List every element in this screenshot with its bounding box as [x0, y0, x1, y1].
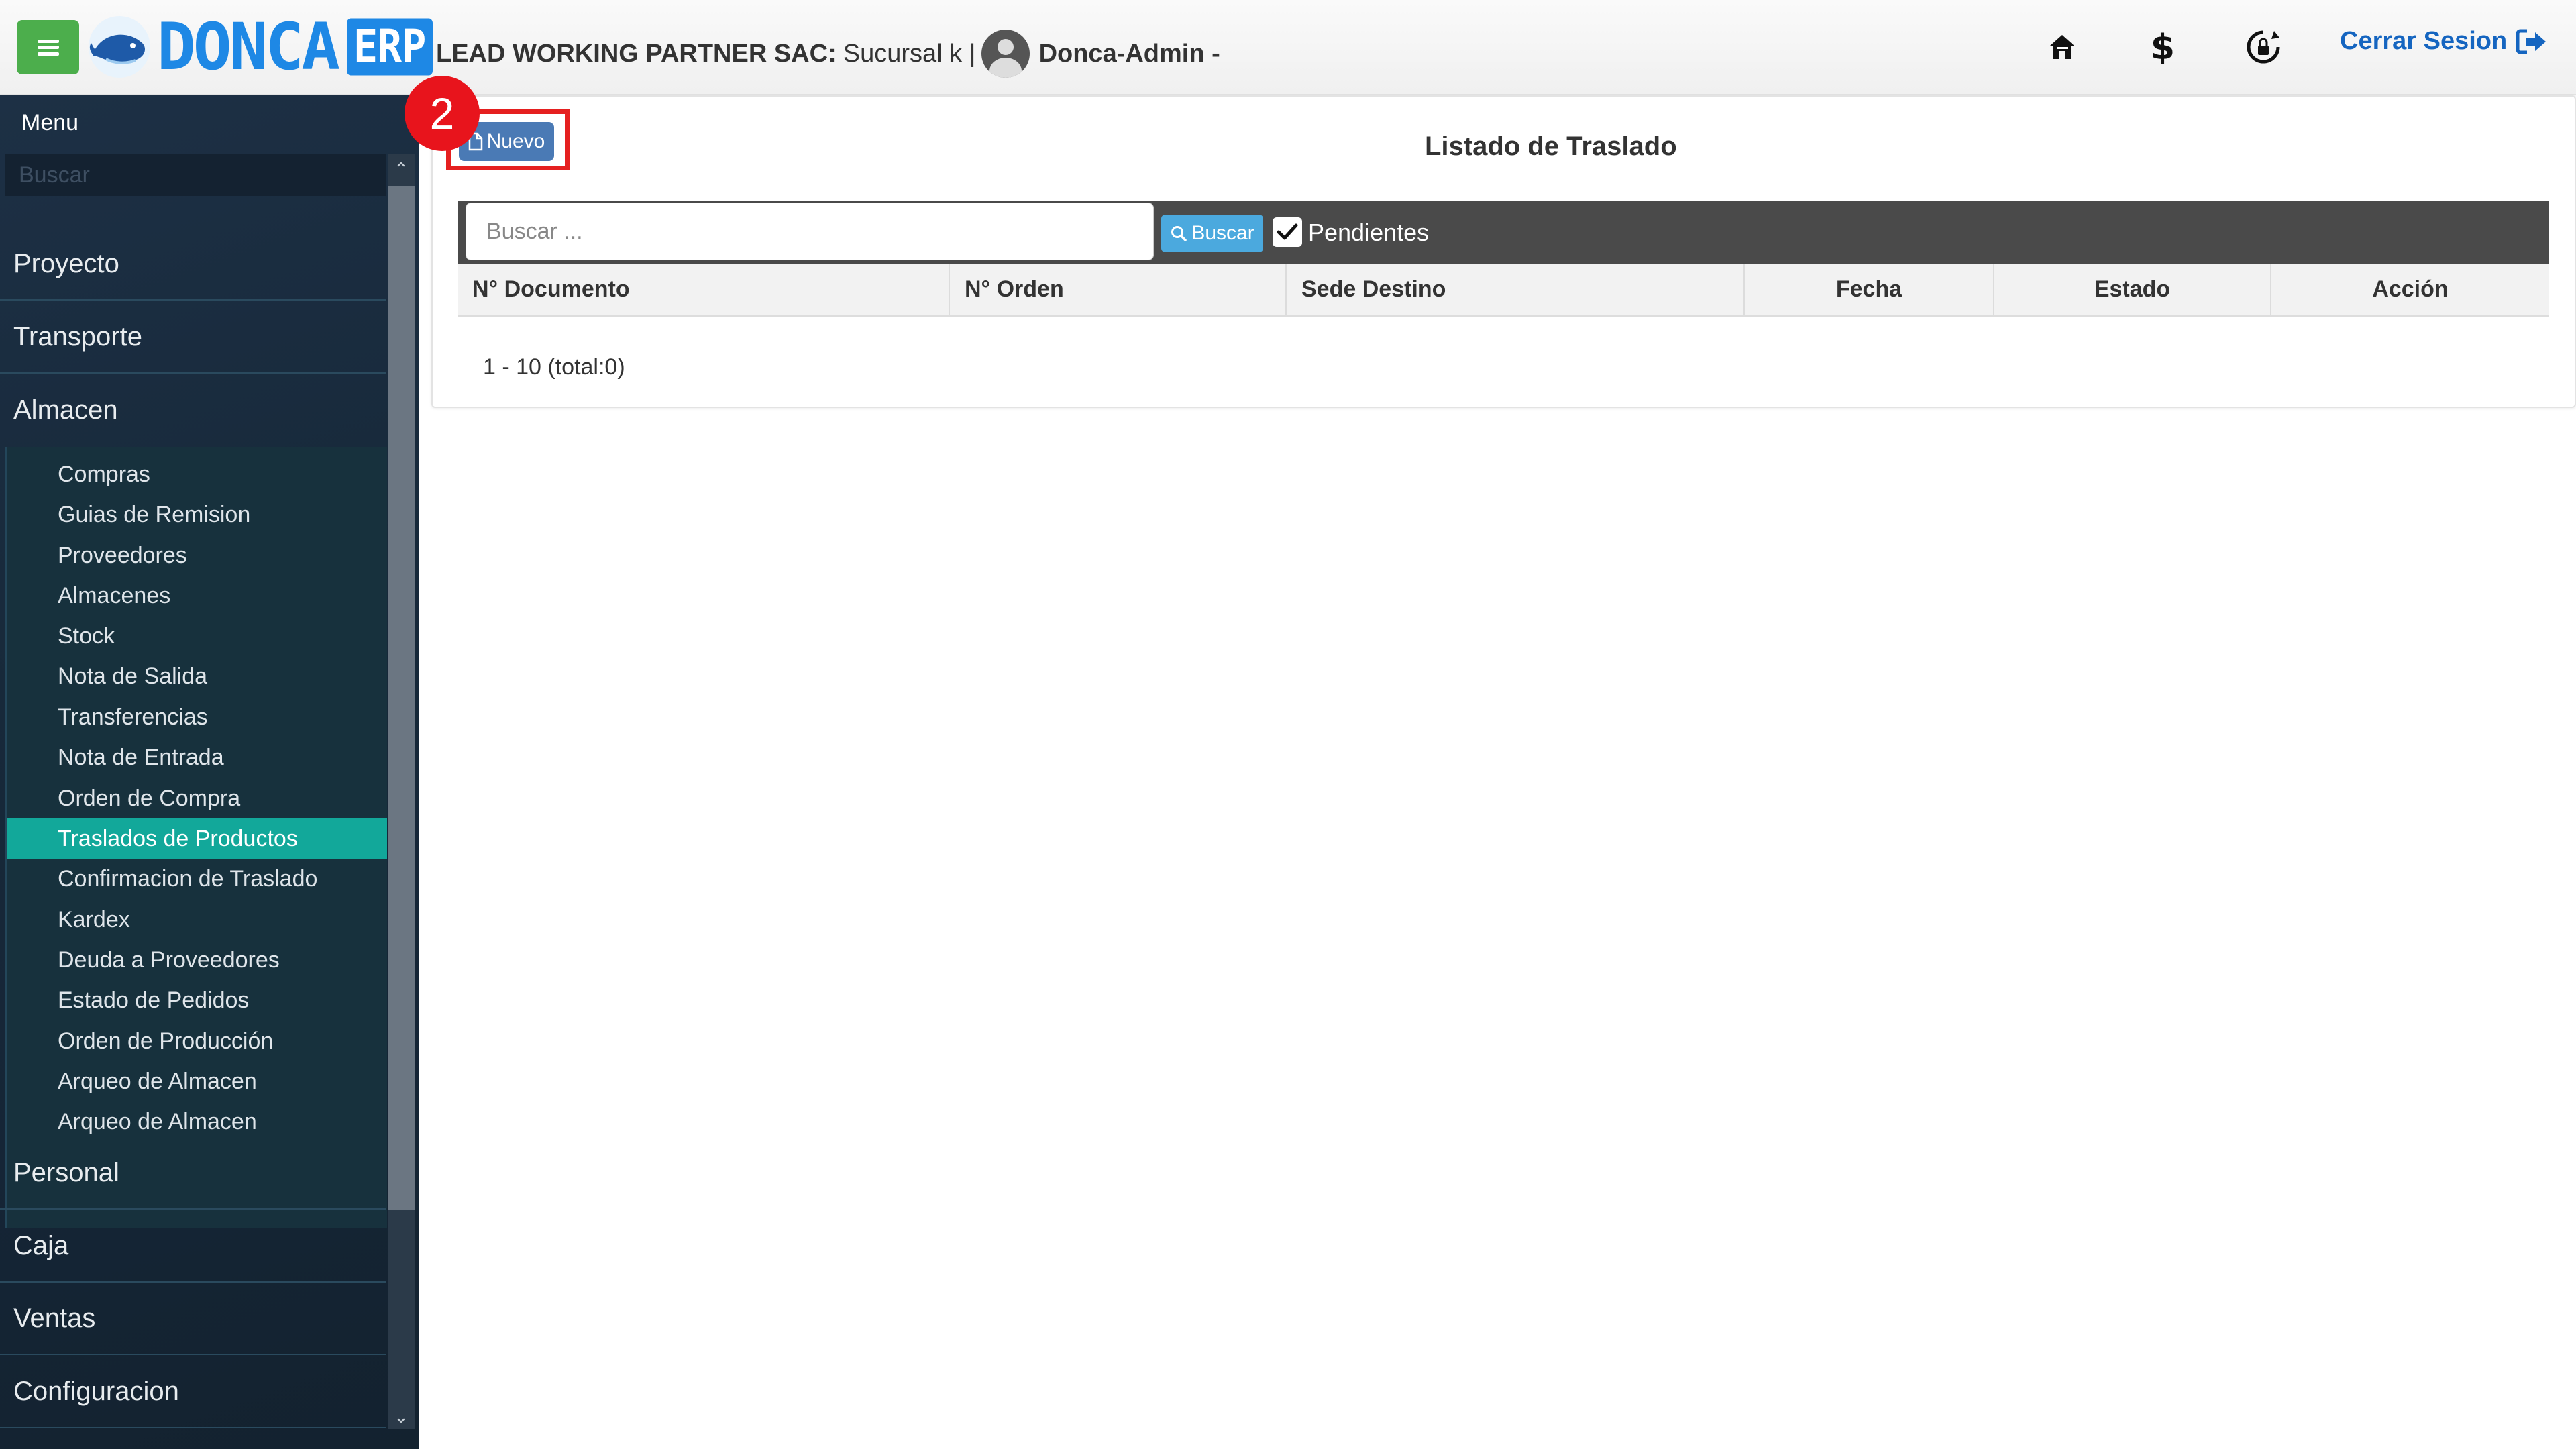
user-name: Donca-Admin - — [1038, 39, 1220, 68]
column-header-documento[interactable]: N° Documento — [458, 264, 950, 315]
sidebar: Menu ⌃ ⌄ Proyecto Transporte Almacen Com… — [0, 95, 419, 1449]
column-header-sede-destino[interactable]: Sede Destino — [1287, 264, 1745, 315]
pagination-info: 1 - 10 (total:0) — [483, 354, 625, 380]
submenu-item-estado-pedidos[interactable]: Estado de Pedidos — [7, 980, 387, 1020]
submenu-item-orden-compra[interactable]: Orden de Compra — [7, 778, 387, 818]
lock-refresh-icon[interactable] — [2239, 23, 2288, 71]
submenu-item-orden-produccion[interactable]: Orden de Producción — [7, 1021, 387, 1061]
branch-name: Sucursal k | — [843, 39, 976, 68]
company-info: LEAD WORKING PARTNER SAC: Sucursal k | D… — [436, 30, 1220, 78]
submenu-item-traslados-productos[interactable]: Traslados de Productos — [7, 818, 387, 859]
whale-logo-icon — [89, 16, 150, 78]
almacen-submenu: Compras Guias de Remision Proveedores Al… — [5, 447, 387, 1228]
submenu-item-nota-entrada[interactable]: Nota de Entrada — [7, 737, 387, 777]
dollar-icon[interactable]: $ — [2139, 23, 2187, 71]
submenu-item-kardex[interactable]: Kardex — [7, 900, 387, 940]
submenu-item-arqueo-almacen[interactable]: Arqueo de Almacen — [7, 1061, 387, 1102]
sidebar-search-input[interactable] — [5, 154, 386, 196]
column-header-estado[interactable]: Estado — [1994, 264, 2271, 315]
page-title: Listado de Traslado — [1425, 131, 1677, 161]
submenu-item-deuda-proveedores[interactable]: Deuda a Proveedores — [7, 940, 387, 980]
submenu-item-nota-salida[interactable]: Nota de Salida — [7, 656, 387, 696]
logout-link[interactable]: Cerrar Sesion — [2340, 27, 2547, 56]
search-icon — [1171, 226, 1187, 241]
logout-label: Cerrar Sesion — [2340, 27, 2508, 55]
scroll-up-icon[interactable]: ⌃ — [388, 156, 415, 182]
sidebar-item-caja[interactable]: Caja — [0, 1210, 386, 1283]
menu-toggle-button[interactable] — [17, 20, 79, 74]
sidebar-item-personal[interactable]: Personal — [0, 1137, 386, 1210]
hamburger-icon — [37, 39, 59, 56]
pending-checkbox[interactable] — [1273, 217, 1302, 247]
annotation-step-badge: 2 — [405, 76, 480, 151]
scroll-down-icon[interactable]: ⌄ — [388, 1403, 415, 1430]
table-header: N° Documento N° Orden Sede Destino Fecha… — [458, 264, 2549, 317]
checkmark-icon — [1277, 223, 1298, 240]
submenu-item-guias-remision[interactable]: Guias de Remision — [7, 494, 387, 535]
logo-text: DONCA — [157, 9, 340, 85]
submenu-item-stock[interactable]: Stock — [7, 616, 387, 656]
sidebar-item-proyecto[interactable]: Proyecto — [0, 228, 386, 301]
sidebar-item-transporte[interactable]: Transporte — [0, 301, 386, 374]
sidebar-title: Menu — [21, 110, 79, 136]
home-icon[interactable] — [2038, 23, 2086, 71]
column-header-accion[interactable]: Acción — [2271, 264, 2549, 315]
app-logo[interactable]: DONCA ERP — [86, 9, 433, 85]
search-input[interactable] — [466, 203, 1154, 260]
submenu-item-almacenes[interactable]: Almacenes — [7, 576, 387, 616]
submenu-item-transferencias[interactable]: Transferencias — [7, 697, 387, 737]
submenu-item-arqueo-almacen-2[interactable]: Arqueo de Almacen — [7, 1102, 387, 1142]
sidebar-item-ventas[interactable]: Ventas — [0, 1283, 386, 1355]
avatar — [981, 30, 1030, 78]
submenu-item-compras[interactable]: Compras — [7, 454, 387, 494]
search-button[interactable]: Buscar — [1161, 215, 1263, 252]
logo-badge: ERP — [346, 18, 433, 76]
svg-text:$: $ — [2151, 28, 2175, 66]
logout-icon — [2516, 29, 2546, 54]
submenu-item-confirmacion-traslado[interactable]: Confirmacion de Traslado — [7, 859, 387, 899]
column-header-orden[interactable]: N° Orden — [950, 264, 1287, 315]
search-button-label: Buscar — [1191, 222, 1254, 244]
pending-label: Pendientes — [1308, 219, 1430, 246]
sidebar-item-configuracion[interactable]: Configuracion — [0, 1356, 386, 1428]
sidebar-item-almacen[interactable]: Almacen — [0, 374, 386, 446]
sidebar-scroll-thumb[interactable] — [388, 186, 415, 1210]
top-navbar: DONCA ERP LEAD WORKING PARTNER SAC: Sucu… — [0, 0, 2576, 95]
company-name: LEAD WORKING PARTNER SAC: — [436, 39, 837, 68]
column-header-fecha[interactable]: Fecha — [1745, 264, 1994, 315]
submenu-item-proveedores[interactable]: Proveedores — [7, 535, 387, 576]
